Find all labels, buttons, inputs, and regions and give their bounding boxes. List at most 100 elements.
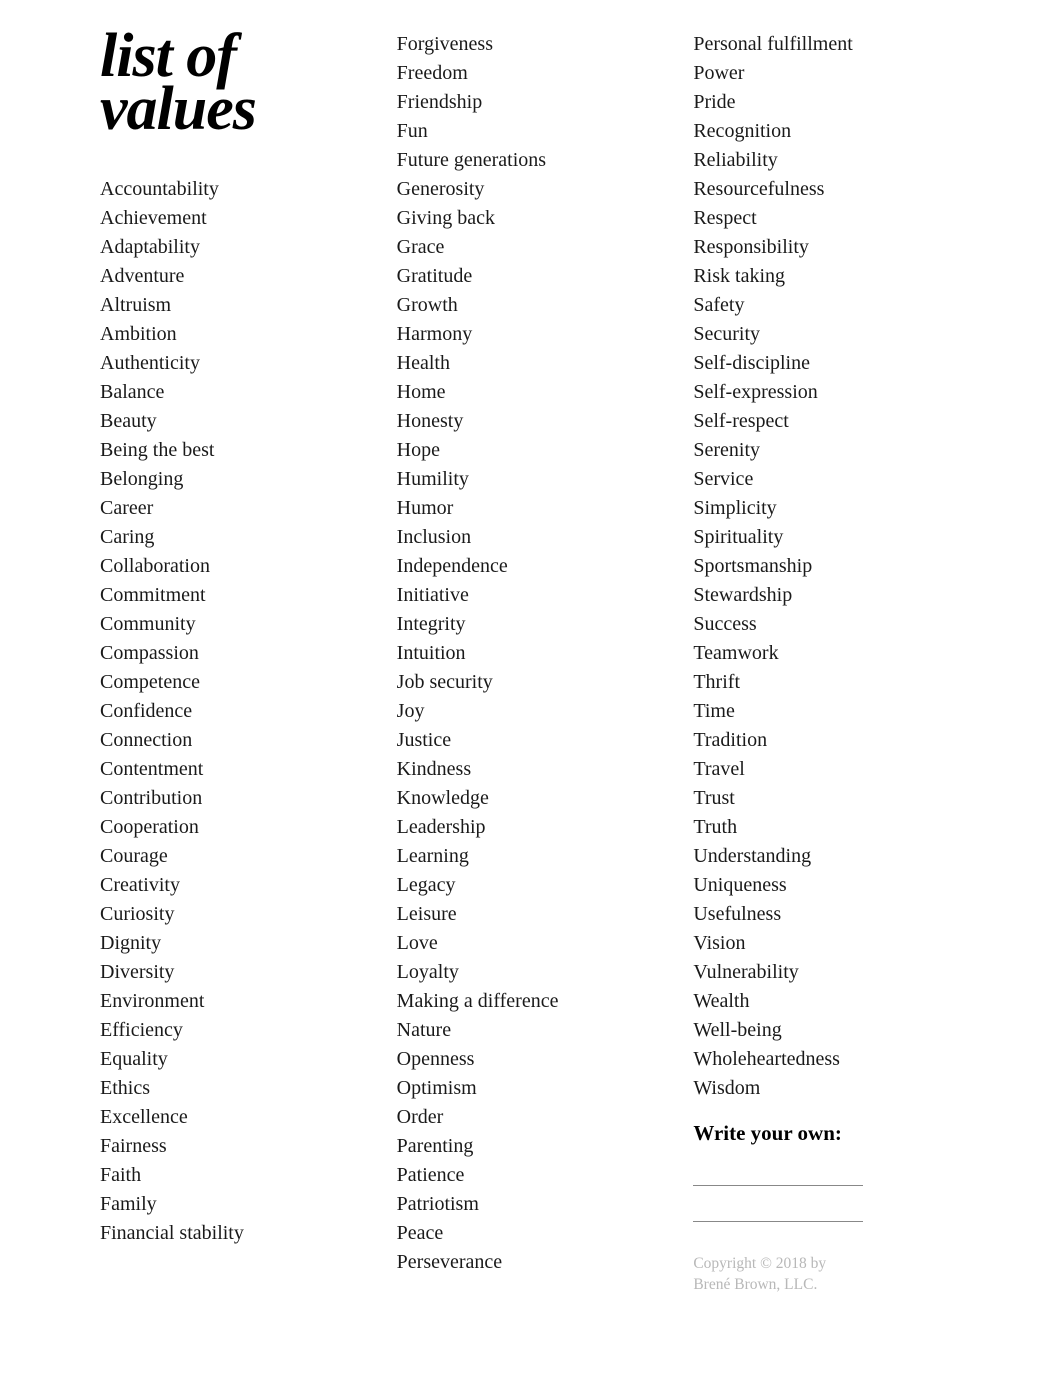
value-item: Balance	[100, 378, 367, 407]
value-item: Contribution	[100, 784, 367, 813]
value-item: Creativity	[100, 871, 367, 900]
value-item: Self-respect	[693, 407, 960, 436]
value-item: Community	[100, 610, 367, 639]
value-item: Health	[397, 349, 664, 378]
value-item: Humility	[397, 465, 664, 494]
copyright-notice: Copyright © 2018 by Brené Brown, LLC.	[693, 1254, 960, 1296]
value-item: Security	[693, 320, 960, 349]
value-item: Usefulness	[693, 900, 960, 929]
value-item: Leadership	[397, 813, 664, 842]
value-item: Beauty	[100, 407, 367, 436]
value-item: Learning	[397, 842, 664, 871]
value-item: Collaboration	[100, 552, 367, 581]
value-item: Time	[693, 697, 960, 726]
value-item: Integrity	[397, 610, 664, 639]
value-item: Serenity	[693, 436, 960, 465]
value-item: Legacy	[397, 871, 664, 900]
value-item: Friendship	[397, 88, 664, 117]
value-item: Confidence	[100, 697, 367, 726]
column-2: ForgivenessFreedomFriendshipFunFuture ge…	[397, 30, 664, 1296]
value-item: Spirituality	[693, 523, 960, 552]
value-item: Gratitude	[397, 262, 664, 291]
value-item: Accountability	[100, 175, 367, 204]
value-item: Travel	[693, 755, 960, 784]
value-item: Giving back	[397, 204, 664, 233]
value-item: Altruism	[100, 291, 367, 320]
write-your-own-heading: Write your own:	[693, 1121, 960, 1146]
value-item: Belonging	[100, 465, 367, 494]
value-item: Recognition	[693, 117, 960, 146]
value-item: Adventure	[100, 262, 367, 291]
value-item: Future generations	[397, 146, 664, 175]
value-item: Freedom	[397, 59, 664, 88]
value-item: Career	[100, 494, 367, 523]
value-item: Teamwork	[693, 639, 960, 668]
value-item: Perseverance	[397, 1248, 664, 1277]
value-item: Loyalty	[397, 958, 664, 987]
value-item: Competence	[100, 668, 367, 697]
value-item: Self-expression	[693, 378, 960, 407]
value-item: Understanding	[693, 842, 960, 871]
value-item: Family	[100, 1190, 367, 1219]
value-item: Faith	[100, 1161, 367, 1190]
value-item: Love	[397, 929, 664, 958]
value-item: Ethics	[100, 1074, 367, 1103]
value-item: Making a difference	[397, 987, 664, 1016]
value-item: Fairness	[100, 1132, 367, 1161]
value-item: Risk taking	[693, 262, 960, 291]
value-item: Thrift	[693, 668, 960, 697]
value-item: Tradition	[693, 726, 960, 755]
value-item: Initiative	[397, 581, 664, 610]
value-item: Growth	[397, 291, 664, 320]
values-list-col3: Personal fulfillmentPowerPrideRecognitio…	[693, 30, 960, 1103]
write-line-2[interactable]	[693, 1200, 863, 1222]
value-item: Uniqueness	[693, 871, 960, 900]
value-item: Safety	[693, 291, 960, 320]
value-item: Fun	[397, 117, 664, 146]
value-item: Openness	[397, 1045, 664, 1074]
value-item: Cooperation	[100, 813, 367, 842]
value-item: Generosity	[397, 175, 664, 204]
column-1: list of values AccountabilityAchievement…	[100, 30, 367, 1296]
value-item: Excellence	[100, 1103, 367, 1132]
value-item: Leisure	[397, 900, 664, 929]
copyright-line-2: Brené Brown, LLC.	[693, 1275, 960, 1296]
write-line-1[interactable]	[693, 1164, 863, 1186]
value-item: Being the best	[100, 436, 367, 465]
value-item: Adaptability	[100, 233, 367, 262]
value-item: Success	[693, 610, 960, 639]
value-item: Stewardship	[693, 581, 960, 610]
value-item: Service	[693, 465, 960, 494]
values-list-col2: ForgivenessFreedomFriendshipFunFuture ge…	[397, 30, 664, 1277]
value-item: Peace	[397, 1219, 664, 1248]
value-item: Parenting	[397, 1132, 664, 1161]
value-item: Truth	[693, 813, 960, 842]
value-item: Trust	[693, 784, 960, 813]
title-line-2: values	[100, 83, 367, 136]
value-item: Wholeheartedness	[693, 1045, 960, 1074]
value-item: Environment	[100, 987, 367, 1016]
value-item: Diversity	[100, 958, 367, 987]
value-item: Ambition	[100, 320, 367, 349]
value-item: Courage	[100, 842, 367, 871]
value-item: Independence	[397, 552, 664, 581]
value-item: Well-being	[693, 1016, 960, 1045]
value-item: Power	[693, 59, 960, 88]
value-item: Wealth	[693, 987, 960, 1016]
value-item: Forgiveness	[397, 30, 664, 59]
value-item: Justice	[397, 726, 664, 755]
value-item: Self-discipline	[693, 349, 960, 378]
value-item: Optimism	[397, 1074, 664, 1103]
value-item: Intuition	[397, 639, 664, 668]
value-item: Knowledge	[397, 784, 664, 813]
value-item: Simplicity	[693, 494, 960, 523]
value-item: Equality	[100, 1045, 367, 1074]
value-item: Respect	[693, 204, 960, 233]
value-item: Harmony	[397, 320, 664, 349]
value-item: Contentment	[100, 755, 367, 784]
value-item: Honesty	[397, 407, 664, 436]
value-item: Sportsmanship	[693, 552, 960, 581]
value-item: Commitment	[100, 581, 367, 610]
value-item: Wisdom	[693, 1074, 960, 1103]
value-item: Patriotism	[397, 1190, 664, 1219]
